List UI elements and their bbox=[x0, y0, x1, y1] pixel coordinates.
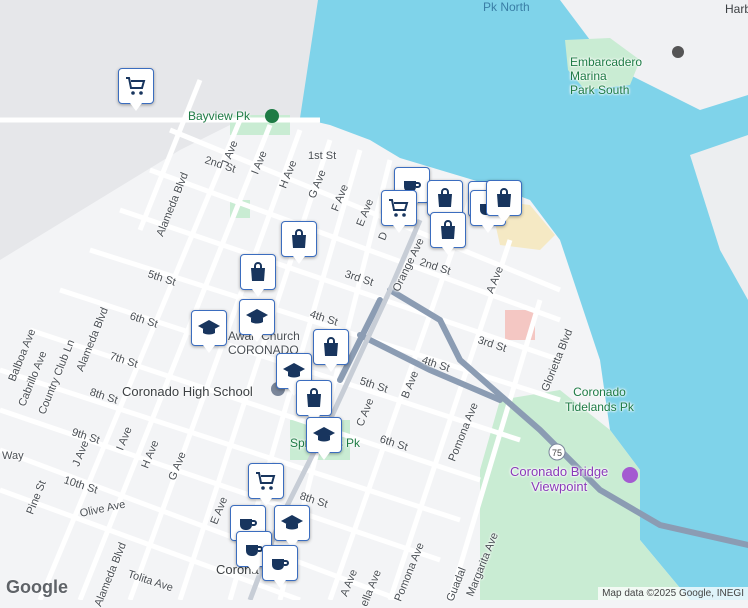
label-bridge-viewpoint: Coronado Bridge Viewpoint bbox=[510, 464, 609, 494]
poi-pin-cart[interactable] bbox=[248, 463, 284, 506]
viewpoint-icon bbox=[622, 467, 638, 483]
google-logo: Google bbox=[6, 577, 68, 597]
poi-pin-school[interactable] bbox=[191, 310, 227, 353]
label-bayview-park: Bayview Pk bbox=[188, 109, 251, 123]
street-1st: 1st St bbox=[308, 150, 337, 162]
map-attribution[interactable]: Map data ©2025 Google, INEGI bbox=[598, 587, 748, 600]
route-75-label: 75 bbox=[552, 448, 562, 458]
poi-pin-bag[interactable] bbox=[430, 212, 466, 255]
label-tidelands: Coronado Tidelands Pk bbox=[565, 385, 634, 414]
poi-pin-school[interactable] bbox=[274, 505, 310, 548]
harbor-marker-icon bbox=[672, 46, 684, 58]
poi-pin-cart[interactable] bbox=[381, 190, 417, 233]
poi-pin-cafe[interactable] bbox=[262, 545, 298, 588]
label-harbor: Harb bbox=[725, 2, 748, 16]
poi-pin-cart[interactable] bbox=[118, 68, 154, 111]
label-pk-north: Pk North bbox=[483, 0, 530, 14]
poi-pin-bag[interactable] bbox=[427, 180, 463, 223]
poi-pin-school[interactable] bbox=[306, 417, 342, 460]
tree-icon bbox=[265, 109, 279, 123]
poi-pin-bag[interactable] bbox=[296, 380, 332, 423]
street-way: Way bbox=[2, 450, 24, 462]
poi-pin-bag[interactable] bbox=[486, 180, 522, 223]
label-coronado-high: Coronado High School bbox=[122, 384, 253, 399]
poi-pin-school[interactable] bbox=[239, 299, 275, 342]
poi-pin-bag[interactable] bbox=[240, 254, 276, 297]
poi-pin-bag[interactable] bbox=[313, 329, 349, 372]
poi-pin-bag[interactable] bbox=[281, 221, 317, 264]
label-embarcadero: Embarcadero Marina Park South bbox=[570, 55, 643, 97]
